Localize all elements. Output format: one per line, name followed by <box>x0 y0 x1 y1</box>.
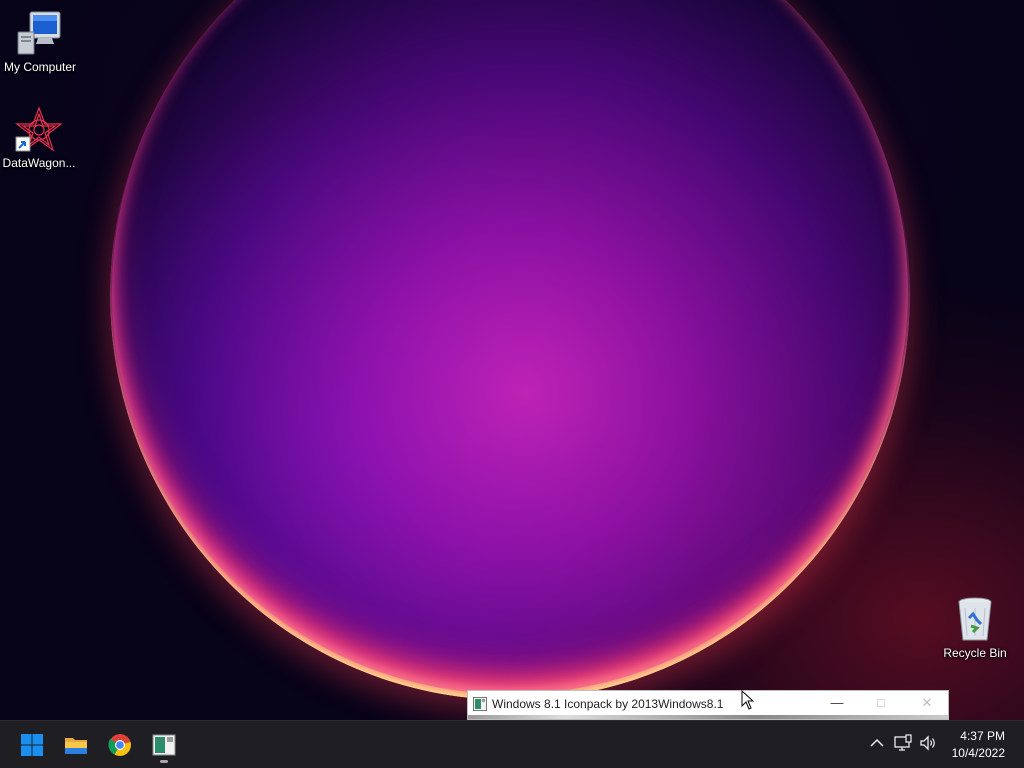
network-icon[interactable] <box>893 733 913 753</box>
iconpack-app-icon <box>473 697 487 711</box>
window-title: Windows 8.1 Iconpack by 2013Windows8.1 <box>492 697 724 711</box>
minimize-button[interactable]: — <box>814 691 860 715</box>
running-indicator <box>160 760 168 763</box>
desktop-icon-label: My Computer <box>3 60 77 74</box>
maximize-button[interactable]: □ <box>858 691 904 715</box>
clock-date: 10/4/2022 <box>951 746 1005 760</box>
iconpack-app-button[interactable] <box>144 725 184 765</box>
desktop-icon-my-computer[interactable]: My Computer <box>0 10 80 74</box>
iconpack-window[interactable]: Windows 8.1 Iconpack by 2013Windows8.1 —… <box>467 690 949 720</box>
desktop-icon-recycle-bin[interactable]: Recycle Bin <box>935 596 1015 660</box>
start-button[interactable] <box>12 725 52 765</box>
show-hidden-icons-button[interactable] <box>867 733 887 753</box>
close-button[interactable]: ✕ <box>904 691 950 715</box>
windows-logo-icon <box>20 733 44 757</box>
my-computer-icon <box>16 10 64 58</box>
mouse-cursor-icon <box>741 689 755 710</box>
chrome-icon <box>108 733 132 757</box>
taskbar: 4:37 PM 10/4/2022 <box>0 720 1024 768</box>
desktop-icon-label: Recycle Bin <box>943 646 1007 660</box>
chrome-button[interactable] <box>100 725 140 765</box>
datawagon-shortcut-icon <box>15 106 63 154</box>
desktop-icon-label: DataWagon... <box>2 156 76 170</box>
recycle-bin-icon <box>951 596 999 644</box>
window-content-strip <box>468 715 948 719</box>
taskbar-clock[interactable]: 4:37 PM 10/4/2022 <box>952 728 1005 762</box>
file-explorer-button[interactable] <box>56 725 96 765</box>
desktop-wallpaper <box>0 0 1024 720</box>
wallpaper-orb-rim <box>112 0 908 694</box>
folder-icon <box>64 733 88 757</box>
volume-icon[interactable] <box>918 733 938 753</box>
desktop-icon-datawagon[interactable]: DataWagon... <box>0 106 79 170</box>
clock-time: 4:37 PM <box>960 729 1005 743</box>
iconpack-app-icon <box>152 733 176 757</box>
